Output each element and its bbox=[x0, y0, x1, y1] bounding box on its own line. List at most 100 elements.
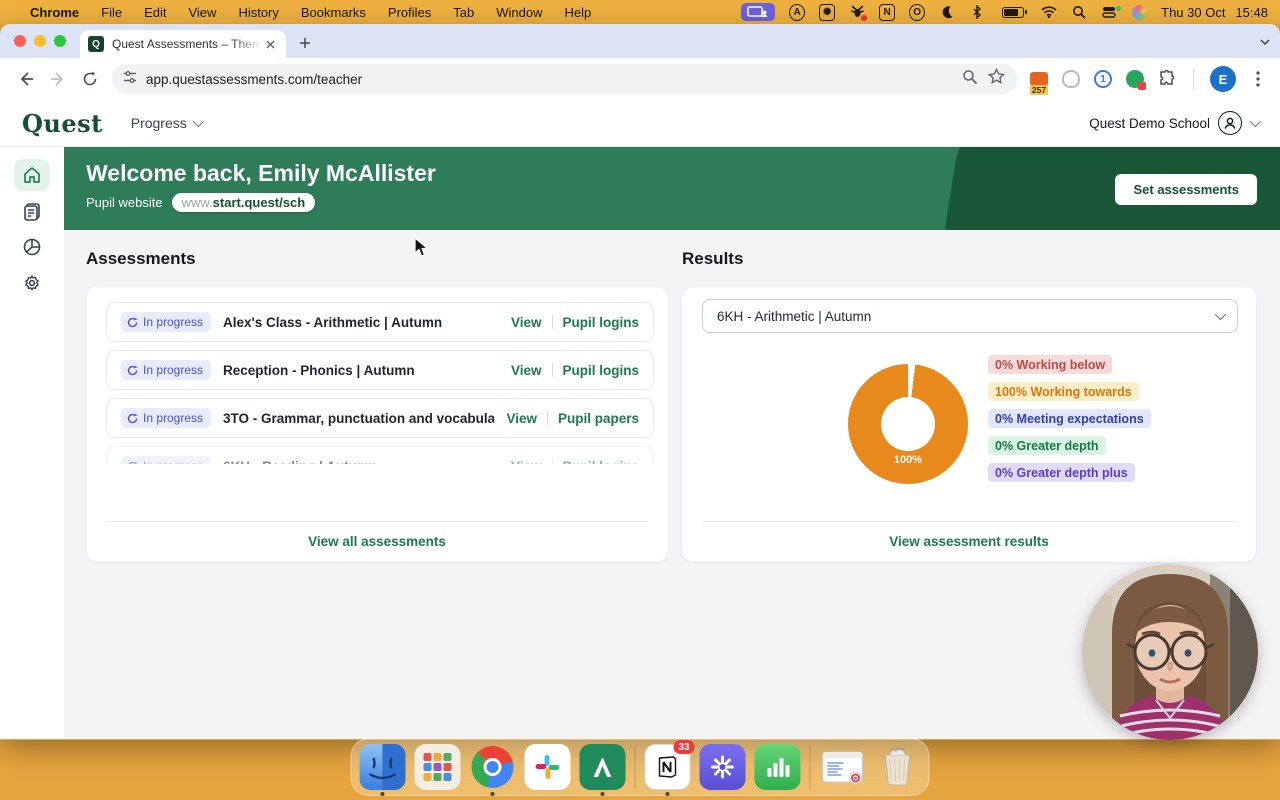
status-text: In progress bbox=[143, 315, 204, 329]
ghost-extension-icon[interactable] bbox=[1061, 69, 1081, 89]
presenter-webcam-bubble[interactable] bbox=[1082, 564, 1258, 740]
tab-close-icon[interactable] bbox=[262, 36, 278, 52]
address-bar[interactable]: app.questassessments.com/teacher bbox=[112, 64, 1017, 94]
menu-window[interactable]: Window bbox=[496, 5, 542, 20]
dock-finder-icon[interactable] bbox=[359, 744, 406, 796]
dock-quest-app-icon[interactable] bbox=[579, 744, 626, 796]
status-text: In progress bbox=[143, 363, 204, 377]
welcome-title: Welcome back, Emily McAllister bbox=[86, 160, 436, 186]
browser-profile-avatar[interactable]: E bbox=[1210, 66, 1236, 92]
card-divider bbox=[106, 521, 648, 522]
sidebar-item-assessments[interactable] bbox=[14, 195, 50, 227]
privacy-extension-icon[interactable] bbox=[1125, 69, 1146, 90]
assessment-title: Alex's Class - Arithmetic | Autumn bbox=[223, 314, 443, 330]
pupil-logins-link[interactable]: Pupil logins bbox=[563, 459, 640, 465]
search-this-page-icon[interactable] bbox=[962, 69, 978, 90]
menu-chrome[interactable]: Chrome bbox=[30, 5, 79, 20]
forward-button[interactable] bbox=[44, 65, 72, 93]
close-window-button[interactable] bbox=[14, 35, 26, 47]
zoom-window-button[interactable] bbox=[54, 35, 66, 47]
dock-slack-icon[interactable] bbox=[524, 744, 571, 790]
settings-app-menu-icon[interactable]: ✺ bbox=[819, 3, 836, 21]
menu-edit[interactable]: Edit bbox=[144, 5, 166, 20]
notion-badge-count: 33 bbox=[673, 740, 695, 754]
legend-greater-depth-plus: 0% Greater depth plus bbox=[988, 463, 1135, 482]
back-button[interactable] bbox=[12, 65, 40, 93]
new-tab-button[interactable] bbox=[292, 30, 318, 56]
sidebar-item-home[interactable] bbox=[14, 159, 50, 191]
account-chevron-icon[interactable] bbox=[1249, 115, 1262, 128]
dock-purple-asterisk-app-icon[interactable] bbox=[699, 744, 746, 790]
menu-file[interactable]: File bbox=[101, 5, 122, 20]
color-profile-menu-icon[interactable] bbox=[1131, 4, 1147, 20]
site-settings-tune-icon[interactable] bbox=[122, 69, 138, 90]
status-text: In progress bbox=[143, 411, 204, 425]
minimize-window-button[interactable] bbox=[34, 35, 46, 47]
nav-progress-dropdown[interactable]: Progress bbox=[130, 115, 204, 131]
notion-menu-icon[interactable]: N bbox=[879, 3, 896, 21]
legend-meeting-expectations: 0% Meeting expectations bbox=[988, 409, 1151, 428]
view-link[interactable]: View bbox=[511, 459, 542, 465]
pupil-papers-link[interactable]: Pupil papers bbox=[558, 411, 639, 426]
assessment-row-clipped[interactable]: In progress 6KH - Reading | Autumn View … bbox=[106, 446, 654, 464]
extensions-area: 257 1 E bbox=[1029, 66, 1268, 95]
url-text[interactable]: app.questassessments.com/teacher bbox=[146, 72, 962, 87]
dock-minimized-window-thumbnail[interactable] bbox=[820, 744, 866, 790]
menu-profiles[interactable]: Profiles bbox=[388, 5, 431, 20]
extension-badge: 257 bbox=[1029, 85, 1049, 95]
fly-app-menu-icon[interactable] bbox=[849, 4, 868, 21]
focus-moon-icon[interactable] bbox=[939, 4, 955, 20]
screen-sharing-indicator-icon[interactable] bbox=[741, 3, 776, 21]
bookmark-star-icon[interactable] bbox=[987, 67, 1006, 90]
bluetooth-icon[interactable] bbox=[969, 4, 985, 20]
dock-launchpad-icon[interactable] bbox=[414, 744, 461, 790]
menu-help[interactable]: Help bbox=[565, 5, 592, 20]
browser-tab[interactable]: Q Quest Assessments – There' bbox=[80, 30, 286, 58]
view-link[interactable]: View bbox=[511, 315, 542, 330]
account-avatar-icon[interactable] bbox=[1218, 111, 1242, 135]
onepassword-menu-icon[interactable]: O bbox=[909, 3, 926, 21]
dock-stats-app-icon[interactable] bbox=[754, 744, 801, 790]
nav-progress-label: Progress bbox=[130, 115, 187, 131]
pupil-website-url-badge[interactable]: www.start.quest/sch bbox=[171, 193, 316, 212]
assessment-row[interactable]: In progress Alex's Class - Arithmetic | … bbox=[106, 302, 654, 342]
action-separator bbox=[551, 459, 553, 464]
action-separator bbox=[551, 363, 553, 377]
extensions-puzzle-icon[interactable] bbox=[1157, 69, 1177, 89]
quest-logo[interactable]: Quest bbox=[22, 109, 103, 138]
assessment-row[interactable]: In progress 3TO - Grammar, punctuation a… bbox=[106, 398, 654, 438]
wifi-icon[interactable] bbox=[1041, 4, 1057, 20]
view-link[interactable]: View bbox=[511, 363, 542, 378]
menu-tab[interactable]: Tab bbox=[453, 5, 474, 20]
screenshot-extension-icon[interactable]: 257 bbox=[1029, 69, 1049, 95]
macos-menu-bar: Chrome File Edit View History Bookmarks … bbox=[0, 0, 1280, 24]
dock-separator bbox=[809, 745, 811, 789]
tab-search-chevron-icon[interactable] bbox=[1260, 32, 1270, 50]
pupil-url-path: start.quest/sch bbox=[212, 195, 306, 210]
cleanshot-menu-icon[interactable]: A bbox=[789, 3, 806, 21]
view-all-assessments-link[interactable]: View all assessments bbox=[308, 534, 446, 549]
pupil-logins-link[interactable]: Pupil logins bbox=[563, 315, 640, 330]
menu-view[interactable]: View bbox=[188, 5, 216, 20]
dock-chrome-icon[interactable] bbox=[470, 744, 516, 796]
dock-notion-icon[interactable]: 33 bbox=[644, 740, 695, 796]
dock-trash-icon[interactable] bbox=[875, 744, 921, 790]
reload-button[interactable] bbox=[76, 65, 104, 93]
spotlight-search-icon[interactable] bbox=[1071, 4, 1087, 20]
onepassword-extension-icon[interactable]: 1 bbox=[1093, 69, 1113, 89]
assessment-row[interactable]: In progress Reception - Phonics | Autumn… bbox=[106, 350, 654, 390]
view-assessment-results-link[interactable]: View assessment results bbox=[889, 534, 1049, 549]
pupil-logins-link[interactable]: Pupil logins bbox=[563, 363, 640, 378]
battery-icon[interactable] bbox=[999, 4, 1028, 20]
menu-history[interactable]: History bbox=[238, 5, 278, 20]
set-assessments-button[interactable]: Set assessments bbox=[1115, 174, 1257, 205]
class-select-dropdown[interactable]: 6KH - Arithmetic | Autumn bbox=[702, 299, 1238, 333]
sidebar-item-settings[interactable] bbox=[14, 267, 50, 299]
kebab-menu-icon[interactable] bbox=[1248, 69, 1268, 89]
menu-bar-clock[interactable]: Thu 30 Oct 15:48 bbox=[1161, 5, 1268, 20]
sidebar-item-results[interactable] bbox=[14, 231, 50, 263]
menu-bookmarks[interactable]: Bookmarks bbox=[301, 5, 366, 20]
view-link[interactable]: View bbox=[506, 411, 537, 426]
menu-extra-stack-icon[interactable] bbox=[1101, 4, 1122, 20]
pupil-website-label: Pupil website bbox=[86, 195, 163, 210]
